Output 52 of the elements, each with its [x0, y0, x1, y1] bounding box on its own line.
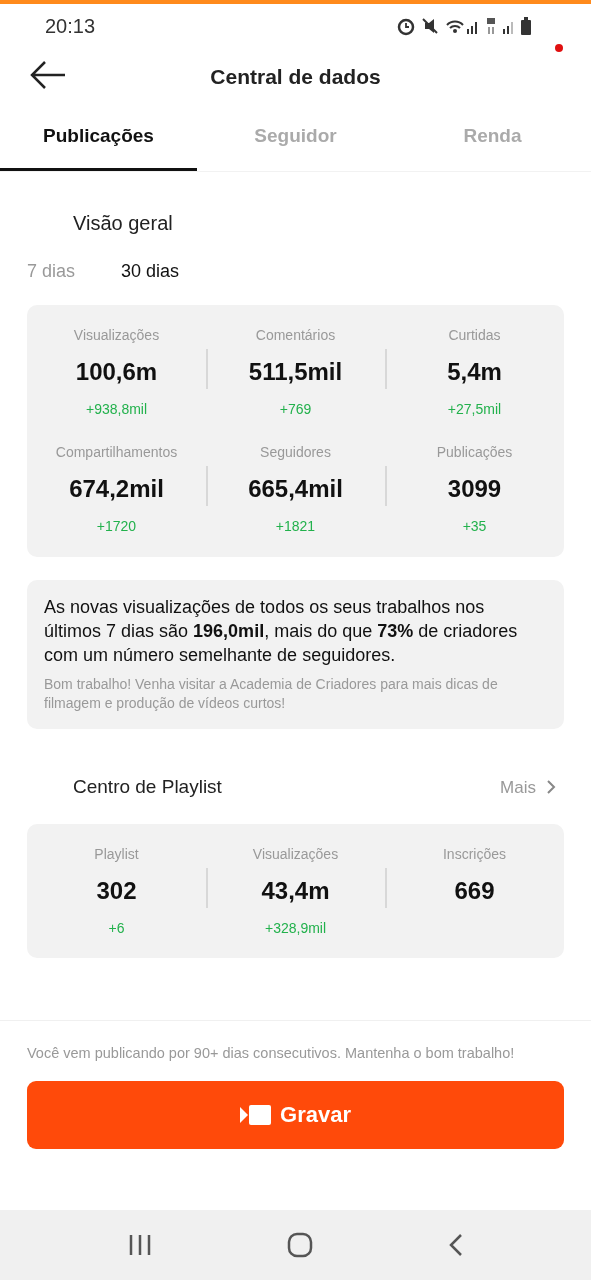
stat-change: +328,9mil	[264, 918, 327, 938]
more-link[interactable]: Mais	[500, 774, 556, 800]
stat-value: 5,4m	[447, 357, 502, 387]
stat-value: 302	[96, 875, 137, 906]
stat-label: Seguidores	[260, 443, 331, 462]
signal-icon	[503, 22, 513, 34]
stat-change: +35	[462, 517, 487, 536]
signal-icon	[467, 22, 477, 34]
period-tab[interactable]: 30 dias	[121, 258, 180, 285]
stat-change: +1821	[275, 517, 316, 536]
stat-label: Curtidas	[448, 326, 501, 345]
status-time: 20:13	[45, 14, 96, 39]
alarm-icon	[397, 18, 415, 36]
stat-change: +938,8mil	[85, 400, 148, 419]
stat-value: 43,4m	[261, 875, 330, 906]
insight-text: As novas visualizações de todos os seus trabalhos nos últimos 7 dias são 196,0mil, mais do que 73% de criadores com um número semelhante de seguidores.	[44, 596, 519, 667]
stat-value: 3099	[447, 474, 502, 504]
streak-note: Você vem publicando por 90+ dias consecutivos. Mantenha o bom trabalho!	[27, 1044, 516, 1063]
stat-change: +6	[108, 918, 125, 938]
stat-value: 665,4mil	[248, 474, 343, 504]
tab[interactable]: Renda	[394, 105, 591, 171]
stat-value: 674,2mil	[69, 474, 164, 504]
page-title: Central de dados	[210, 63, 381, 90]
chevron-right-icon	[546, 779, 556, 796]
stat-label: Comentários	[255, 326, 336, 345]
video-camera-icon	[240, 1103, 272, 1126]
mute-icon	[422, 18, 438, 34]
stat-change: +27,5mil	[447, 400, 502, 419]
stat-label: Compartilhamentos	[55, 443, 178, 462]
stat-label: Visualizações	[252, 844, 339, 864]
section-title: Visão geral	[73, 211, 174, 236]
stat-label: Inscrições	[443, 844, 506, 864]
stat-label: Visualizações	[73, 326, 160, 345]
tip-text: Bom trabalho! Venha visitar a Academia de Criadores para mais dicas de filmagem e produção de vídeos curtos!	[44, 675, 499, 713]
back-arrow-icon[interactable]	[29, 60, 67, 90]
stat-change: +1720	[96, 517, 137, 536]
stat-value: 511,5mil	[248, 357, 343, 387]
battery-icon	[521, 17, 531, 35]
period-tab[interactable]: 7 dias	[27, 258, 76, 285]
record-button[interactable]: Gravar	[27, 1080, 564, 1149]
back-icon[interactable]	[447, 1233, 464, 1257]
tab[interactable]: Publicações	[0, 105, 197, 171]
home-icon[interactable]	[286, 1232, 313, 1258]
stat-label: Playlist	[94, 844, 139, 864]
recent-apps-icon[interactable]	[127, 1233, 152, 1257]
stat-change: +769	[279, 400, 312, 419]
tab[interactable]: Seguidor	[197, 105, 394, 171]
stat-label: Publicações	[436, 443, 513, 462]
stat-value: 669	[454, 875, 495, 906]
stat-value: 100,6m	[75, 357, 158, 387]
section-title: Centro de Playlist	[73, 775, 222, 799]
wifi-icon	[446, 20, 464, 33]
